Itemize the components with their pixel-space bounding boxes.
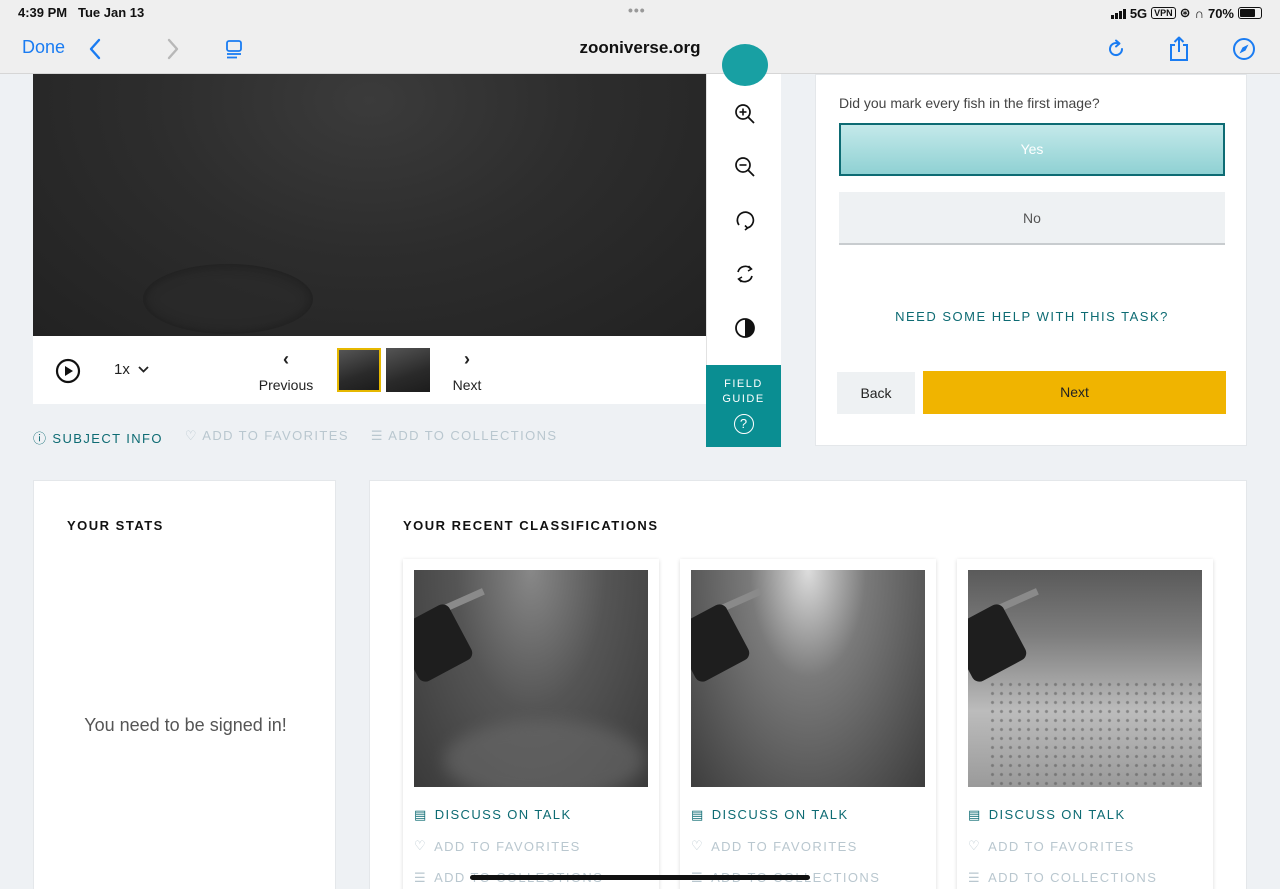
previous-label: Previous (258, 377, 314, 393)
url-field[interactable]: zooniverse.org (580, 38, 701, 57)
headphones-icon: ∩ (1194, 5, 1204, 21)
add-to-collections-link[interactable]: ☰ADD TO COLLECTIONS (968, 862, 1157, 889)
frame-thumbnail-1[interactable] (337, 348, 381, 392)
add-to-collections-button[interactable]: ☰ ADD TO COLLECTIONS (371, 428, 558, 447)
speed-value: 1x (114, 361, 130, 378)
discuss-on-talk-link[interactable]: ▤ DISCUSS ON TALK (414, 799, 603, 831)
zoom-out-icon[interactable] (731, 153, 759, 181)
seafloor-object (143, 264, 313, 334)
share-icon[interactable] (1166, 36, 1192, 62)
status-time: 4:39 PM Tue Jan 13 (18, 5, 145, 20)
home-indicator[interactable] (470, 875, 810, 880)
vpn-badge: VPN (1151, 7, 1176, 19)
classification-thumbnail[interactable] (691, 570, 925, 787)
list-icon: ☰ (414, 869, 428, 885)
recent-classifications: YOUR RECENT CLASSIFICATIONS ▤ DISCUSS ON … (369, 480, 1247, 889)
discuss-on-talk-link[interactable]: ▤ DISCUSS ON TALK (968, 799, 1157, 831)
chat-icon: ▤ (691, 806, 705, 822)
compass-icon[interactable] (1231, 36, 1257, 62)
stats-title: YOUR STATS (67, 518, 164, 533)
frame-controls: 1x ‹ Previous › Next (33, 336, 706, 404)
recent-title: YOUR RECENT CLASSIFICATIONS (403, 518, 659, 533)
play-button[interactable] (55, 358, 81, 389)
chevron-left-icon: ‹ (283, 349, 289, 369)
next-frame-button[interactable]: › Next (445, 350, 489, 393)
seafloor-pebbles (988, 680, 1202, 787)
heart-icon: ♡ (968, 838, 982, 854)
field-guide-line2: GUIDE (722, 393, 765, 405)
next-button[interactable]: Next (923, 371, 1226, 414)
network-label: 5G (1129, 5, 1148, 21)
chevron-right-icon: › (464, 349, 470, 369)
task-panel: Did you mark every fish in the first ima… (815, 74, 1247, 446)
lock-rotation-icon: ⊛ (1179, 5, 1191, 20)
sediment-cloud (444, 720, 644, 787)
battery-icon (1238, 7, 1262, 19)
frame-thumbnail-2[interactable] (386, 348, 430, 392)
battery-percent: 70% (1207, 5, 1234, 21)
reload-icon[interactable] (1103, 36, 1129, 62)
speed-select[interactable]: 1x (114, 361, 149, 378)
list-icon: ☰ (370, 428, 384, 443)
camera-housing (691, 601, 753, 685)
camera-housing (414, 601, 476, 685)
heart-icon: ♡ (414, 838, 428, 854)
heart-icon: ♡ (184, 428, 198, 443)
previous-frame-button[interactable]: ‹ Previous (255, 350, 317, 393)
reader-icon[interactable] (221, 36, 247, 62)
stats-panel: YOUR STATS You need to be signed in! (33, 480, 336, 889)
chevron-right-icon[interactable] (160, 36, 186, 62)
classification-card: ▤DISCUSS ON TALK ♡ADD TO FAVORITES ☰ADD … (403, 559, 659, 889)
contrast-icon[interactable] (731, 314, 759, 342)
status-bar: 4:39 PM Tue Jan 13 ••• 5G VPN ⊛ ∩ 70% (0, 0, 1280, 26)
subject-image[interactable] (33, 74, 706, 336)
done-button[interactable]: Done (22, 37, 65, 58)
heart-icon: ♡ (691, 838, 705, 854)
zoom-in-icon[interactable] (731, 100, 759, 128)
rotate-icon[interactable] (731, 206, 759, 234)
subject-actions: ⓘ SUBJECT INFO ♡ ADD TO FAVORITES ☰ ADD … (33, 428, 557, 447)
chat-icon: ▤ (414, 806, 428, 822)
classification-thumbnail[interactable] (968, 570, 1202, 787)
answer-no-button[interactable]: No (839, 192, 1225, 245)
answer-yes-button[interactable]: Yes (839, 123, 1225, 176)
toolbox-toggle[interactable] (722, 44, 768, 86)
task-question: Did you mark every fish in the first ima… (839, 95, 1100, 111)
multitasking-dots-icon[interactable]: ••• (628, 2, 646, 18)
add-to-favorites-link[interactable]: ♡ ADD TO FAVORITES (968, 831, 1157, 863)
classification-card: ▤DISCUSS ON TALK ♡ADD TO FAVORITES ☰ADD … (957, 559, 1213, 889)
browser-toolbar: Done zooniverse.org (0, 26, 1280, 74)
reset-icon[interactable] (731, 260, 759, 288)
add-to-favorites-button[interactable]: ♡ ADD TO FAVORITES (185, 428, 349, 447)
list-icon: ☰ (968, 869, 982, 885)
image-toolbox (706, 44, 781, 365)
field-guide-line1: FIELD (724, 378, 763, 390)
classification-thumbnail[interactable] (414, 570, 648, 787)
chevron-down-icon (138, 366, 149, 373)
info-icon: ⓘ (33, 431, 48, 446)
back-button[interactable]: Back (837, 372, 915, 414)
status-right: 5G VPN ⊛ ∩ 70% (1110, 5, 1262, 21)
task-help-link[interactable]: NEED SOME HELP WITH THIS TASK? (816, 309, 1248, 324)
help-circle-icon: ? (733, 414, 754, 434)
subject-info-button[interactable]: ⓘ SUBJECT INFO (33, 428, 163, 447)
classification-card: ▤DISCUSS ON TALK ♡ADD TO FAVORITES ☰ADD … (680, 559, 936, 889)
discuss-on-talk-link[interactable]: ▤ DISCUSS ON TALK (691, 799, 880, 831)
add-to-favorites-link[interactable]: ♡ ADD TO FAVORITES (691, 831, 880, 863)
signal-icon (1110, 8, 1126, 19)
camera-housing (968, 601, 1030, 685)
field-guide-button[interactable]: FIELD GUIDE ? (706, 365, 781, 447)
chat-icon: ▤ (968, 806, 982, 822)
next-label: Next (452, 377, 482, 393)
chevron-left-icon[interactable] (82, 36, 108, 62)
sign-in-message: You need to be signed in! (84, 715, 287, 735)
add-to-favorites-link[interactable]: ♡ ADD TO FAVORITES (414, 831, 603, 863)
